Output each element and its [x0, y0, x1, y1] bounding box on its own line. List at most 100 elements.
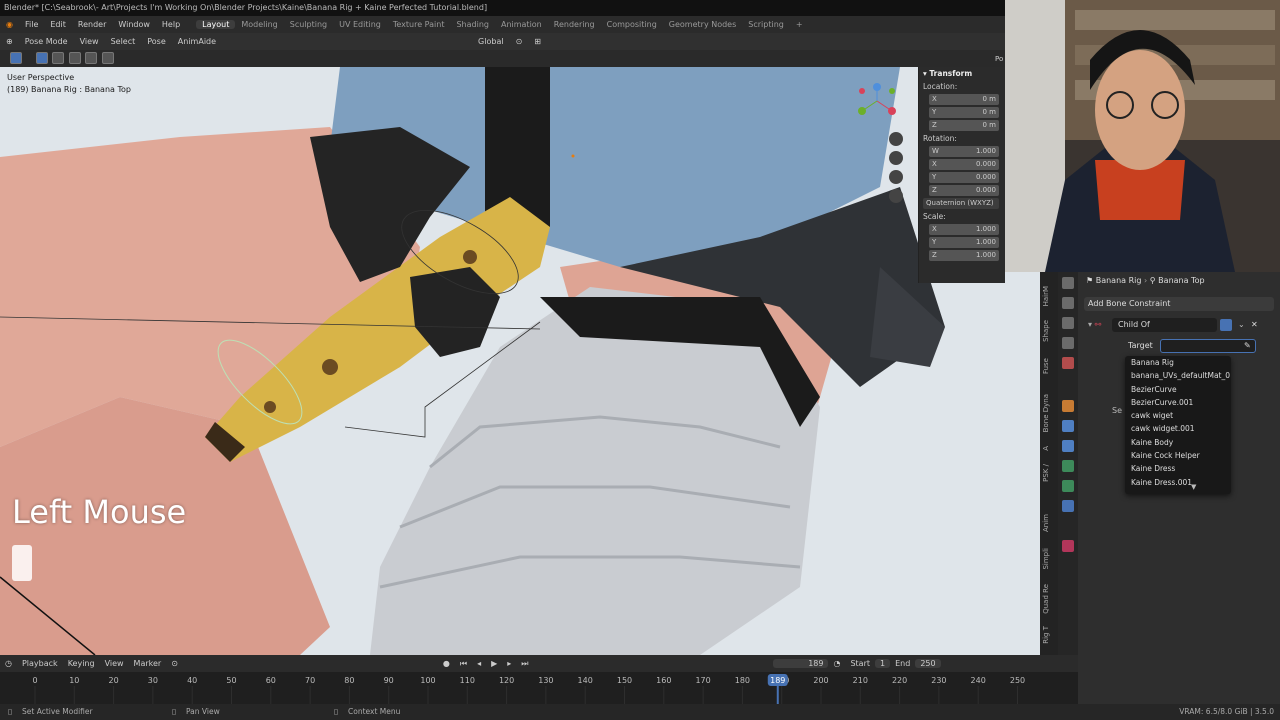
close-icon[interactable]: ✕ — [1251, 318, 1258, 332]
play-icon[interactable]: ▶ — [486, 659, 502, 668]
list-item[interactable]: Banana Rig — [1125, 356, 1231, 369]
tab-texture-paint[interactable]: Texture Paint — [387, 20, 451, 29]
tool-icon[interactable] — [1062, 277, 1074, 289]
scene-icon[interactable] — [1062, 357, 1074, 369]
list-item[interactable]: Kaine Dress.001 — [1125, 476, 1231, 489]
view-menu[interactable]: View — [74, 37, 105, 46]
breadcrumb-bone[interactable]: Banana Top — [1158, 276, 1204, 285]
tab-rig-t[interactable]: Rig T — [1042, 626, 1056, 644]
tab-hairm[interactable]: HairM — [1042, 286, 1056, 306]
location-x-field[interactable]: X 0 m — [919, 93, 1005, 106]
tab-shape[interactable]: Shape — [1042, 320, 1056, 342]
location-y-field[interactable]: Y 0 m — [919, 106, 1005, 119]
data-icon[interactable] — [1062, 480, 1074, 492]
select-box-icon[interactable] — [10, 52, 22, 64]
list-item[interactable]: Kaine Cock Helper — [1125, 449, 1231, 462]
prev-key-icon[interactable]: ◂ — [472, 659, 486, 668]
start-frame-field[interactable]: 1 — [875, 659, 891, 668]
3d-viewport[interactable]: User Perspective (189) Banana Rig : Bana… — [0, 67, 1045, 655]
blender-logo-icon[interactable]: ◉ — [0, 20, 19, 29]
clock-icon[interactable]: ◔ — [828, 659, 845, 668]
tab-shading[interactable]: Shading — [450, 20, 495, 29]
mode-dropdown[interactable]: Pose Mode — [19, 37, 74, 46]
particles-icon[interactable] — [1062, 440, 1074, 452]
orientation-dropdown[interactable]: Global — [472, 37, 510, 46]
tab-quad-re[interactable]: Quad Re — [1042, 584, 1056, 614]
eyedropper-icon[interactable]: ✎ — [1244, 339, 1251, 353]
list-item[interactable]: BezierCurve — [1125, 383, 1231, 396]
add-bone-constraint-dropdown[interactable]: Add Bone Constraint — [1084, 297, 1274, 311]
tab-psk[interactable]: PSK / — [1042, 464, 1056, 482]
sidebar-tab-partial[interactable]: Po — [995, 55, 1003, 63]
current-frame-field[interactable]: 189 — [773, 659, 829, 668]
record-icon[interactable]: ● — [438, 659, 455, 668]
render-icon[interactable] — [1062, 297, 1074, 309]
keying-menu[interactable]: Keying — [63, 659, 100, 668]
tab-bone-dyna[interactable]: Bone Dyna — [1042, 394, 1056, 432]
editor-type-icon[interactable]: ◷ — [0, 659, 17, 668]
timeline-view-menu[interactable]: View — [100, 659, 129, 668]
output-icon[interactable] — [1062, 317, 1074, 329]
menu-edit[interactable]: Edit — [44, 20, 72, 29]
auto-key-icon[interactable]: ⊙ — [166, 659, 183, 668]
tab-a[interactable]: A — [1042, 446, 1056, 451]
tab-animation[interactable]: Animation — [495, 20, 548, 29]
list-item[interactable]: cawk wiget — [1125, 409, 1231, 422]
playback-menu[interactable]: Playback — [17, 659, 63, 668]
location-z-field[interactable]: Z 0 m — [919, 119, 1005, 132]
pivot-icon[interactable]: ⊙ — [510, 37, 529, 46]
mode-new-icon[interactable] — [35, 52, 48, 64]
menu-window[interactable]: Window — [112, 20, 156, 29]
tab-compositing[interactable]: Compositing — [601, 20, 663, 29]
tab-fuse[interactable]: Fuse — [1042, 358, 1056, 374]
grid-view-icon[interactable] — [889, 189, 903, 203]
physics-icon[interactable] — [1062, 460, 1074, 472]
tab-scripting[interactable]: Scripting — [742, 20, 790, 29]
menu-file[interactable]: File — [19, 20, 44, 29]
scroll-down-icon[interactable]: ▼ — [1191, 483, 1196, 491]
breadcrumb-object[interactable]: Banana Rig — [1096, 276, 1142, 285]
scale-x-field[interactable]: X 1.000 — [919, 223, 1005, 236]
set-inverse-partial[interactable]: Se — [1112, 406, 1122, 415]
constraint-name-field[interactable]: Child Of — [1112, 318, 1217, 332]
transform-header[interactable]: ▾ Transform — [919, 67, 1005, 80]
next-key-icon[interactable]: ▸ — [502, 659, 516, 668]
list-item[interactable]: banana_UVs_defaultMat_0 — [1125, 369, 1231, 382]
modifier-icon[interactable] — [1062, 420, 1074, 432]
pan-hand-icon[interactable] — [889, 151, 903, 165]
jump-end-icon[interactable]: ⏭ — [516, 659, 533, 669]
select-menu[interactable]: Select — [105, 37, 142, 46]
tab-rendering[interactable]: Rendering — [548, 20, 601, 29]
jump-start-icon[interactable]: ⏮ — [455, 659, 472, 669]
tab-sculpting[interactable]: Sculpting — [284, 20, 333, 29]
pose-menu[interactable]: Pose — [141, 37, 172, 46]
rotation-z-field[interactable]: Z 0.000 — [919, 184, 1005, 197]
object-icon[interactable] — [1062, 400, 1074, 412]
timeline-ruler[interactable]: 0 10 20 30 40 50 60 70 80 90 100 110 120 130 140 150 160… — [0, 672, 1078, 704]
tab-uv-editing[interactable]: UV Editing — [333, 20, 387, 29]
target-field[interactable] — [1160, 339, 1256, 353]
tab-simpli[interactable]: Simpli — [1042, 548, 1056, 570]
tab-modeling[interactable]: Modeling — [235, 20, 283, 29]
constraint-header[interactable]: ▾ ⚯ Child Of ⌄ ✕ — [1088, 318, 1274, 332]
editor-type-icon[interactable]: ⊕ — [0, 37, 19, 46]
zoom-icon[interactable] — [889, 132, 903, 146]
mode-invert-icon[interactable] — [85, 52, 98, 64]
mode-intersect-icon[interactable] — [101, 52, 114, 64]
bone-constraint-icon[interactable] — [1062, 500, 1074, 512]
scale-z-field[interactable]: Z 1.000 — [919, 249, 1005, 262]
list-item[interactable]: Kaine Dress — [1125, 462, 1231, 475]
camera-icon[interactable] — [889, 170, 903, 184]
menu-render[interactable]: Render — [72, 20, 112, 29]
tab-geometry-nodes[interactable]: Geometry Nodes — [663, 20, 742, 29]
tab-anim[interactable]: Anim — [1042, 514, 1056, 532]
end-frame-field[interactable]: 250 — [915, 659, 941, 668]
tab-layout[interactable]: Layout — [196, 20, 236, 29]
list-item[interactable]: cawk widget.001 — [1125, 422, 1231, 435]
animaide-menu[interactable]: AnimAide — [172, 37, 222, 46]
rotation-mode-dropdown[interactable]: Quaternion (WXYZ) — [919, 197, 1005, 210]
add-workspace-button[interactable]: + — [790, 20, 809, 29]
scale-y-field[interactable]: Y 1.000 — [919, 236, 1005, 249]
rotation-x-field[interactable]: X 0.000 — [919, 158, 1005, 171]
rotation-w-field[interactable]: W 1.000 — [919, 145, 1005, 158]
